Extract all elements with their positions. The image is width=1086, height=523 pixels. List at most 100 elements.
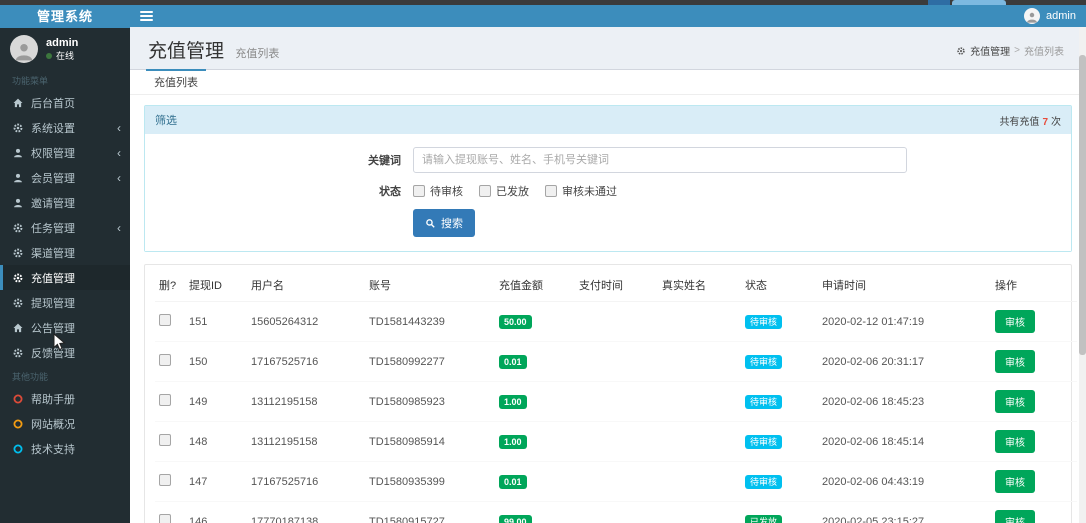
cell-username: 13112195158 <box>247 382 365 422</box>
scrollbar-track[interactable] <box>1079 27 1086 523</box>
navbar-user-menu[interactable]: admin <box>1024 8 1076 24</box>
row-checkbox[interactable] <box>159 434 171 446</box>
page-title: 充值管理 <box>148 41 224 62</box>
sidebar-item[interactable]: 邀请管理 <box>0 190 130 215</box>
sidebar-item[interactable]: 技术支持 <box>0 436 130 461</box>
tab-recharge-list[interactable]: 充值列表 <box>146 70 206 94</box>
sidebar-item[interactable]: 公告管理 <box>0 315 130 340</box>
sidebar-item-label: 邀请管理 <box>31 195 75 211</box>
status-checkbox-group: 待审核已发放审核未通过 <box>413 183 633 199</box>
column-header: 操作 <box>991 269 1077 302</box>
audit-button[interactable]: 审核 <box>995 510 1035 523</box>
sidebar-item[interactable]: 网站概况 <box>0 411 130 436</box>
circle-icon <box>12 418 24 430</box>
row-checkbox[interactable] <box>159 474 171 486</box>
sidebar-item[interactable]: 提现管理 <box>0 290 130 315</box>
recharge-count: 7 <box>1042 117 1048 128</box>
chevron-left-icon: ‹ <box>117 171 121 185</box>
table-row: 14813112195158TD15809859141.00待审核2020-02… <box>155 422 1077 462</box>
cutoff-button[interactable] <box>952 0 1006 5</box>
breadcrumb-separator: > <box>1014 45 1020 56</box>
audit-button[interactable]: 审核 <box>995 390 1035 413</box>
sidebar-item-label: 技术支持 <box>31 441 75 457</box>
cell-apply-time: 2020-02-06 18:45:14 <box>818 422 991 462</box>
cell-apply-time: 2020-02-06 18:45:23 <box>818 382 991 422</box>
row-checkbox[interactable] <box>159 314 171 326</box>
sidebar-menu: 功能菜单后台首页系统设置‹权限管理‹会员管理‹邀请管理任务管理‹渠道管理充值管理… <box>0 69 130 523</box>
cell-real-name <box>658 342 741 382</box>
circle-icon <box>12 393 24 405</box>
cell-status: 待审核 <box>741 462 818 502</box>
table-row: 14913112195158TD15809859231.00待审核2020-02… <box>155 382 1077 422</box>
cell-real-name <box>658 502 741 523</box>
users-icon <box>12 172 24 184</box>
audit-button[interactable]: 审核 <box>995 470 1035 493</box>
hamburger-icon[interactable] <box>140 11 153 21</box>
cell-id: 148 <box>185 422 247 462</box>
cell-apply-time: 2020-02-06 04:43:19 <box>818 462 991 502</box>
column-header: 账号 <box>365 269 495 302</box>
sidebar-item[interactable]: 会员管理‹ <box>0 165 130 190</box>
cell-id: 147 <box>185 462 247 502</box>
row-checkbox[interactable] <box>159 354 171 366</box>
scrollbar-thumb[interactable] <box>1079 55 1086 355</box>
content-header: 充值管理 充值列表 充值管理 > 充值列表 <box>130 27 1086 69</box>
sidebar-item[interactable]: 反馈管理 <box>0 340 130 365</box>
sidebar-item[interactable]: 任务管理‹ <box>0 215 130 240</box>
sidebar-item[interactable]: 充值管理 <box>0 265 130 290</box>
sidebar-item-label: 充值管理 <box>31 270 75 286</box>
status-label: 状态 <box>145 183 413 199</box>
tab-strip: 充值列表 <box>130 70 1086 95</box>
sidebar-username: admin <box>46 37 78 50</box>
search-icon <box>425 218 436 229</box>
status-checkbox[interactable] <box>545 185 557 197</box>
row-checkbox[interactable] <box>159 514 171 523</box>
table-row: 15115605264312TD158144323950.00待审核2020-0… <box>155 302 1077 342</box>
amount-badge: 1.00 <box>499 435 527 449</box>
sidebar-item[interactable]: 渠道管理 <box>0 240 130 265</box>
cell-pay-time <box>575 382 658 422</box>
cell-status: 待审核 <box>741 422 818 462</box>
cell-account: TD1581443239 <box>365 302 495 342</box>
cell-apply-time: 2020-02-12 01:47:19 <box>818 302 991 342</box>
sidebar-item[interactable]: 后台首页 <box>0 90 130 115</box>
audit-button[interactable]: 审核 <box>995 430 1035 453</box>
column-header: 申请时间 <box>818 269 991 302</box>
users-icon <box>12 147 24 159</box>
keyword-input[interactable] <box>413 147 907 173</box>
amount-badge: 99.00 <box>499 515 532 523</box>
recharge-table: 删?提现ID用户名账号充值金额支付时间真实姓名状态申请时间操作 15115605… <box>155 269 1077 523</box>
menu-section-label: 其他功能 <box>0 365 130 386</box>
status-checkbox-label: 已发放 <box>496 183 529 199</box>
sidebar-user-panel: admin 在线 <box>0 28 130 69</box>
avatar <box>10 35 38 63</box>
row-checkbox[interactable] <box>159 394 171 406</box>
status-checkbox[interactable] <box>413 185 425 197</box>
sidebar-item[interactable]: 帮助手册 <box>0 386 130 411</box>
cell-action: 审核 <box>991 382 1077 422</box>
cell-real-name <box>658 302 741 342</box>
breadcrumb-parent[interactable]: 充值管理 <box>970 43 1010 58</box>
recharge-total: 共有充值7次 <box>999 113 1061 128</box>
column-header: 删? <box>155 269 185 302</box>
cell-pay-time <box>575 422 658 462</box>
status-checkbox[interactable] <box>479 185 491 197</box>
sidebar-item[interactable]: 权限管理‹ <box>0 140 130 165</box>
app-window: 管理系统 admin 在线 功能菜单后台首页系统设置‹权限管理‹会员管理‹邀请管… <box>0 0 1086 523</box>
gear-icon <box>12 247 24 259</box>
cell-account: TD1580985923 <box>365 382 495 422</box>
cell-amount: 0.01 <box>495 462 575 502</box>
search-button[interactable]: 搜索 <box>413 209 475 237</box>
cell-real-name <box>658 462 741 502</box>
cell-select <box>155 462 185 502</box>
status-badge: 待审核 <box>745 435 782 449</box>
audit-button[interactable]: 审核 <box>995 350 1035 373</box>
cell-amount: 1.00 <box>495 382 575 422</box>
cell-account: TD1580915727 <box>365 502 495 523</box>
cell-status: 待审核 <box>741 342 818 382</box>
audit-button[interactable]: 审核 <box>995 310 1035 333</box>
app-logo[interactable]: 管理系统 <box>0 5 130 28</box>
sidebar-item[interactable]: 系统设置‹ <box>0 115 130 140</box>
cell-id: 146 <box>185 502 247 523</box>
user-icon <box>14 41 34 61</box>
